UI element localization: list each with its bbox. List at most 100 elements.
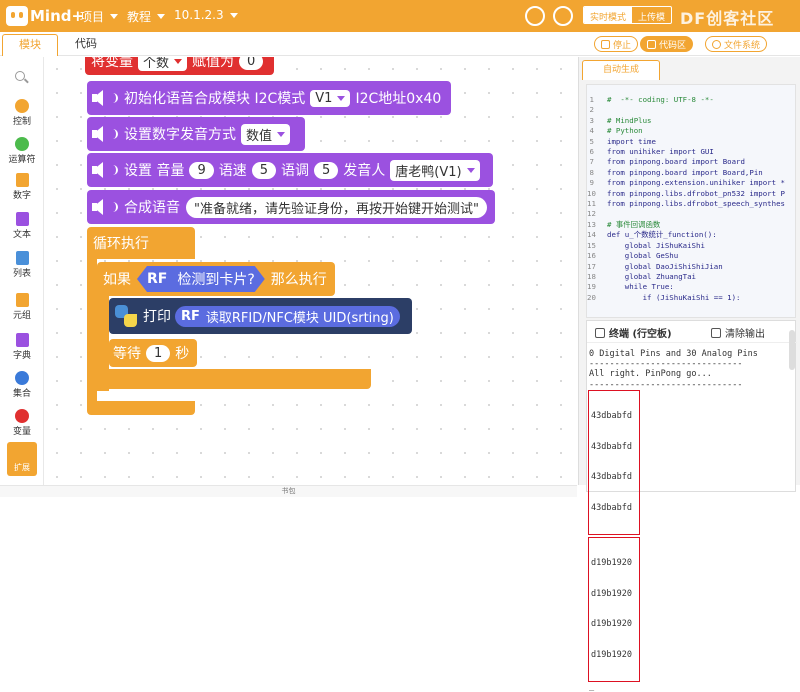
file-system-button[interactable]: 文件系统 — [705, 36, 768, 52]
uid-group-1: 43dbabfd 43dbabfd 43dbabfd 43dbabfd — [588, 389, 640, 535]
python-icon — [115, 305, 137, 327]
code-line: 2 — [587, 105, 795, 115]
speed-input[interactable]: 5 — [251, 161, 277, 179]
code-text: if (JiShuKaiShi == 1): — [607, 292, 741, 302]
category-text[interactable]: 文本 — [0, 212, 44, 240]
category-tuple[interactable]: 元组 — [0, 293, 44, 321]
speaker-icon — [91, 89, 109, 107]
line-number: 14 — [587, 230, 596, 240]
code-line: 13 # 事件回调函数 — [587, 220, 795, 230]
print-block[interactable]: 打印 RF 读取RFID/NFC模块 UID(srting) — [109, 298, 412, 334]
top-bar: Mind+ 项目 教程 10.1.2.3 实时模式 上传模 DF创客社区 — [0, 0, 800, 32]
menu-project[interactable]: 项目 — [80, 8, 119, 25]
line-number: 4 — [589, 126, 594, 136]
digit-mode-dropdown[interactable]: 数值 — [241, 123, 291, 145]
category-set[interactable]: 集合 — [0, 371, 44, 399]
code-line: 16 global GeShu — [587, 251, 795, 261]
folder-icon — [712, 39, 721, 49]
extension-button[interactable]: 扩展 — [7, 442, 37, 476]
block-workspace[interactable]: 将变量 个数 赋值为 0 初始化语音合成模块 I2C模式 V1 I2C地址0x4… — [45, 57, 577, 485]
set-variable-block[interactable]: 将变量 个数 赋值为 0 — [85, 57, 275, 75]
stop-button[interactable]: 停止 — [594, 36, 639, 52]
code-text: from pinpong.libs.dfrobot_speech_synthes — [607, 199, 785, 209]
toggle-icon — [647, 39, 656, 49]
uid-line: d19b1920 — [591, 558, 632, 569]
line-number: 7 — [589, 157, 594, 167]
wait-seconds-input[interactable]: 1 — [146, 344, 171, 362]
clear-output-button[interactable]: 清除输出 — [711, 325, 765, 340]
code-text: global ZhuangTai — [607, 271, 696, 281]
code-line: 18 global ZhuangTai — [587, 272, 795, 282]
volume-input[interactable]: 9 — [189, 161, 214, 179]
category-list[interactable]: 列表 — [0, 251, 44, 279]
variable-dropdown[interactable]: 个数 — [138, 57, 188, 71]
code-line: 15 global JiShuKaiShi — [587, 241, 795, 251]
menu-version[interactable]: 10.1.2.3 — [174, 8, 238, 22]
line-number: 2 — [589, 105, 594, 115]
line-number: 12 — [587, 209, 596, 219]
terminal-output[interactable]: 0 Digital Pins and 30 Analog Pins ------… — [588, 349, 758, 692]
if-block-header[interactable]: 如果 RF 检测到卡片? 那么执行 — [97, 262, 335, 296]
wait-block[interactable]: 等待 1 秒 — [109, 339, 198, 367]
code-text: from unihiker import GUI — [607, 147, 714, 157]
search-icon[interactable] — [15, 71, 25, 81]
line-number: 1 — [589, 95, 594, 104]
code-area-button[interactable]: 代码区 — [640, 36, 694, 52]
terminal-prompt: _ — [589, 681, 595, 692]
category-variables[interactable]: 变量 — [0, 409, 44, 437]
menu-tutorial[interactable]: 教程 — [127, 8, 166, 25]
rfid-read-uid-reporter[interactable]: RF 读取RFID/NFC模块 UID(srting) — [175, 305, 400, 327]
speaker-dropdown[interactable]: 唐老鸭(V1) — [390, 159, 480, 181]
backpack-bar[interactable]: 书包 — [0, 485, 577, 497]
mode-switch: 实时模式 上传模 — [583, 6, 673, 24]
voice-settings-block[interactable]: 设置 音量 9 语速 5 语调 5 发音人 唐老鸭(V1) — [87, 153, 493, 187]
rfid-detect-condition[interactable]: RF 检测到卡片? — [137, 266, 265, 292]
code-line: 1 # -*- coding: UTF-8 -*- — [587, 95, 795, 105]
clear-icon — [711, 327, 721, 338]
value-input[interactable]: 0 — [239, 57, 264, 70]
speaker-icon — [91, 161, 109, 179]
tab-code[interactable]: 代码 — [60, 34, 112, 56]
line-number: 18 — [587, 271, 596, 281]
code-line: 19 while True: — [587, 282, 795, 292]
code-text: while True: — [607, 282, 674, 292]
code-editor[interactable]: 1 # -*- coding: UTF-8 -*- 2 3 # MindPlus 4 # P… — [586, 84, 796, 318]
version-dropdown[interactable]: V1 — [310, 89, 351, 107]
tab-blocks[interactable]: 模块 — [2, 34, 58, 56]
category-operators[interactable]: 运算符 — [0, 137, 44, 165]
terminal-header: 终端 (行空板) 清除输出 — [587, 321, 797, 343]
code-line: 8 from pinpong.board import Board,Pin — [587, 168, 795, 178]
if-block-footer — [97, 369, 371, 389]
speech-text-input[interactable]: "准备就绪，请先验证身份，再按开始键开始测试" — [186, 196, 487, 218]
init-speech-block[interactable]: 初始化语音合成模块 I2C模式 V1 I2C地址0x40 — [87, 81, 452, 115]
tab-auto-generate[interactable]: 自动生成 — [582, 60, 660, 80]
logo-icon — [6, 6, 28, 26]
category-control[interactable]: 控制 — [0, 99, 44, 127]
code-text: import time — [607, 136, 656, 146]
mode-upload[interactable]: 上传模 — [632, 7, 671, 23]
loop-block-header[interactable]: 循环执行 — [87, 227, 195, 259]
app-logo[interactable]: Mind+ — [6, 4, 84, 28]
code-text: # Python — [607, 126, 643, 136]
synthesize-speech-block[interactable]: 合成语音 "准备就绪，请先验证身份，再按开始键开始测试" — [87, 190, 495, 224]
code-line: 3 # MindPlus — [587, 116, 795, 126]
uid-line: 43dbabfd — [591, 472, 632, 483]
terminal-scrollbar[interactable] — [789, 330, 795, 370]
code-line: 4 # Python — [587, 126, 795, 136]
category-numbers[interactable]: 数字 — [0, 173, 44, 201]
email-icon[interactable] — [525, 6, 545, 26]
digit-mode-block[interactable]: 设置数字发音方式 数值 — [87, 117, 306, 151]
code-line: 5 import time — [587, 137, 795, 147]
tone-input[interactable]: 5 — [314, 161, 339, 179]
loop-block-footer — [87, 401, 195, 415]
code-text: # -*- coding: UTF-8 -*- — [607, 95, 714, 104]
logo-text: Mind+ — [30, 7, 85, 25]
category-dict[interactable]: 字典 — [0, 333, 44, 361]
mode-realtime[interactable]: 实时模式 — [584, 7, 633, 23]
help-icon[interactable] — [553, 6, 573, 26]
line-number: 15 — [587, 240, 596, 250]
uid-line: d19b1920 — [591, 588, 632, 599]
loop-block-arm — [87, 257, 97, 407]
uid-line: d19b1920 — [591, 619, 632, 630]
line-number: 8 — [589, 167, 594, 177]
